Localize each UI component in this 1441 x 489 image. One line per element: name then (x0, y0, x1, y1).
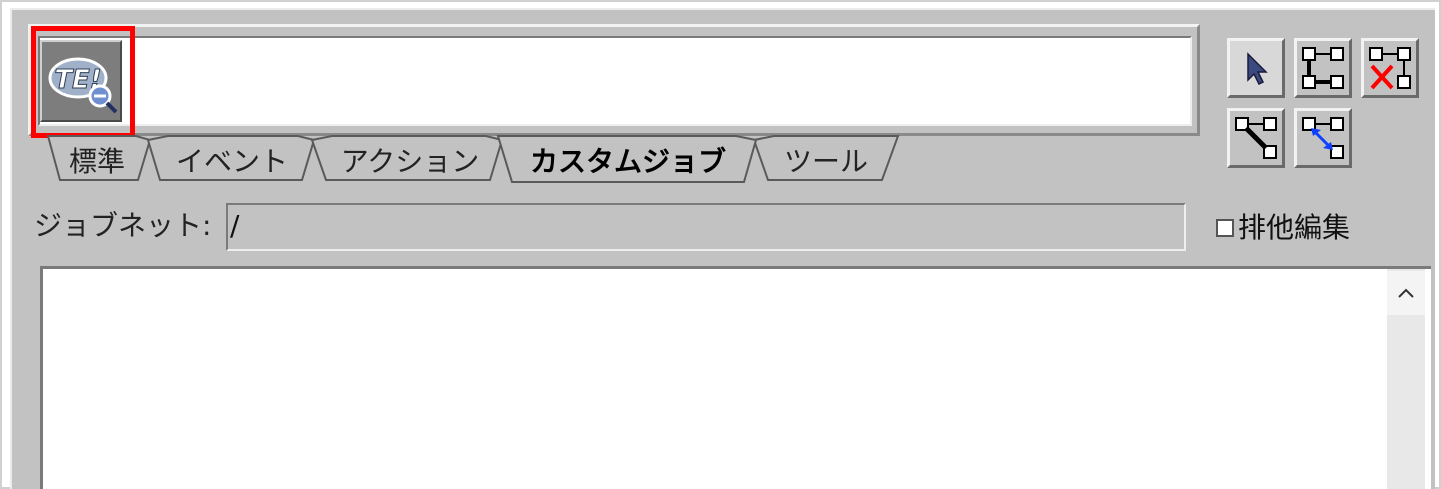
condition-connect-button[interactable] (1227, 108, 1285, 168)
exclusive-edit-checkbox[interactable]: 排他編集 (1216, 208, 1350, 248)
jobnet-map-canvas[interactable] (40, 266, 1431, 489)
condition-connect-icon (1235, 117, 1277, 159)
relation-connect-icon (1302, 117, 1344, 159)
scroll-up-button[interactable] (1387, 271, 1425, 315)
icon-palette (38, 36, 1192, 126)
relation-connect-button[interactable] (1294, 108, 1352, 168)
tab-custom-job[interactable]: カスタムジョブ (516, 144, 740, 180)
chevron-up-icon (1398, 288, 1414, 298)
jobnet-label: ジョブネット: (34, 209, 212, 242)
jobnet-path-field[interactable]: / (226, 203, 1186, 251)
cursor-arrow-icon (1247, 52, 1268, 86)
tab-action[interactable]: アクション (334, 144, 486, 180)
tab-tool[interactable]: ツール (776, 144, 876, 180)
exclusive-edit-label: 排他編集 (1238, 211, 1351, 244)
highlight-box (31, 26, 135, 138)
connect-mode-button[interactable] (1294, 38, 1352, 98)
tab-standard[interactable]: 標準 (62, 144, 132, 180)
tab-bar: 標準 イベント アクション カスタムジョブ ツール (40, 130, 920, 184)
checkbox-box[interactable] (1216, 219, 1234, 237)
disconnect-icon (1369, 47, 1411, 90)
select-mode-button[interactable] (1227, 38, 1285, 98)
connect-icon (1302, 47, 1344, 89)
disconnect-mode-button[interactable] (1361, 38, 1419, 98)
tab-event[interactable]: イベント (168, 144, 296, 180)
